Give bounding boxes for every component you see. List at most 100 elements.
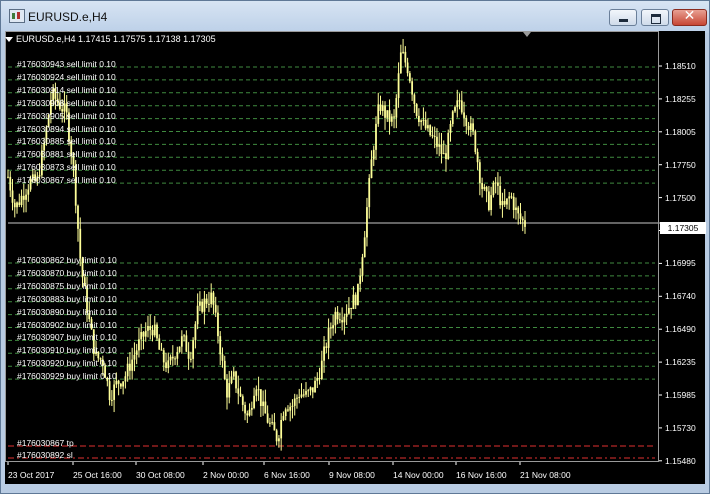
candle-body bbox=[235, 371, 237, 389]
candle-body bbox=[153, 324, 156, 336]
time-tick-label: 25 Oct 16:00 bbox=[73, 470, 122, 480]
sell-limit-order-label[interactable]: #176030908 sell limit 0.10 bbox=[17, 98, 116, 108]
sell-limit-order-label[interactable]: #176030881 sell limit 0.10 bbox=[17, 149, 116, 159]
price-tick-label: 1.15730 bbox=[665, 422, 696, 433]
candle-body bbox=[160, 349, 163, 351]
candle-body bbox=[149, 326, 152, 330]
candle-body bbox=[456, 100, 459, 108]
sell-limit-order-label[interactable]: #176030914 sell limit 0.10 bbox=[17, 85, 116, 95]
candle-body bbox=[350, 307, 353, 310]
candle-body bbox=[13, 202, 16, 208]
candle-body bbox=[449, 123, 452, 134]
price-tick-label: 1.17750 bbox=[665, 159, 696, 170]
candle-body bbox=[79, 228, 82, 259]
candle-body bbox=[110, 399, 113, 401]
buy-limit-order-label[interactable]: #176030910 buy limit 0.10 bbox=[17, 345, 117, 355]
candle-body bbox=[503, 201, 506, 205]
sell-limit-order-label[interactable]: #176030894 sell limit 0.10 bbox=[17, 124, 116, 134]
candle-body bbox=[167, 360, 170, 369]
candle-body bbox=[162, 350, 165, 363]
candle-body bbox=[390, 116, 393, 122]
buy-limit-order-label[interactable]: #176030907 buy limit 0.10 bbox=[17, 332, 117, 342]
candle-body bbox=[478, 162, 481, 183]
candle-body bbox=[119, 383, 122, 387]
candle-body bbox=[476, 151, 479, 163]
candle-body bbox=[284, 409, 287, 417]
candle-body bbox=[185, 335, 188, 352]
candle-body bbox=[176, 351, 179, 359]
sell-limit-order-label[interactable]: #176030867 sell limit 0.10 bbox=[17, 175, 116, 185]
candle-body bbox=[131, 359, 134, 371]
candle-body bbox=[147, 326, 149, 331]
sell-limit-order-label[interactable]: #176030905 sell limit 0.10 bbox=[17, 111, 116, 121]
candle-body bbox=[219, 336, 222, 355]
candle-body bbox=[485, 186, 488, 192]
buy-limit-order-label[interactable]: #176030890 buy limit 0.10 bbox=[17, 307, 117, 317]
candle-body bbox=[393, 116, 395, 118]
candle-body bbox=[447, 133, 450, 160]
candle-body bbox=[395, 98, 398, 118]
chart-menu-caret-icon[interactable] bbox=[5, 37, 13, 42]
buy-limit-order-label[interactable]: #176030920 buy limit 0.10 bbox=[17, 358, 117, 368]
candle-body bbox=[133, 354, 136, 360]
candle-body bbox=[108, 381, 111, 401]
candle-body bbox=[228, 383, 231, 398]
candle-body bbox=[282, 416, 285, 421]
candle-body bbox=[246, 413, 249, 416]
candle-body bbox=[492, 182, 495, 196]
candle-body bbox=[406, 62, 409, 74]
candle-body bbox=[9, 176, 12, 191]
candle-body bbox=[266, 413, 269, 423]
sell-limit-order-label[interactable]: #176030943 sell limit 0.10 bbox=[17, 59, 116, 69]
candle-body bbox=[399, 52, 402, 74]
time-tick-label: 23 Oct 2017 bbox=[8, 470, 55, 480]
candle-body bbox=[275, 430, 278, 442]
candle-body bbox=[366, 207, 368, 238]
candle-body bbox=[138, 339, 140, 351]
candle-body bbox=[521, 218, 524, 221]
time-tick-label: 2 Nov 00:00 bbox=[203, 470, 249, 480]
sell-limit-order-label[interactable]: #176030885 sell limit 0.10 bbox=[17, 136, 116, 146]
candle-body bbox=[469, 123, 472, 130]
candle-body bbox=[377, 104, 380, 124]
buy-limit-order-label[interactable]: #176030902 buy limit 0.10 bbox=[17, 320, 117, 330]
candle-body bbox=[314, 380, 316, 393]
sell-limit-order-label[interactable]: #176030924 sell limit 0.10 bbox=[17, 72, 116, 82]
sell-limit-order-label[interactable]: #176030873 sell limit 0.10 bbox=[17, 162, 116, 172]
candle-body bbox=[309, 387, 312, 391]
candle-body bbox=[232, 371, 235, 377]
chart-frame bbox=[5, 31, 659, 462]
candle-body bbox=[129, 363, 131, 371]
candle-body bbox=[348, 307, 350, 314]
candle-body bbox=[494, 182, 497, 184]
candle-body bbox=[481, 182, 484, 189]
candle-body bbox=[214, 304, 217, 313]
candle-body bbox=[512, 196, 515, 210]
candle-body bbox=[465, 117, 468, 126]
candle-body bbox=[115, 380, 118, 385]
price-tick-label: 1.15985 bbox=[665, 390, 696, 400]
candle-body bbox=[483, 186, 486, 189]
candle-body bbox=[205, 298, 208, 304]
buy-limit-order-label[interactable]: #176030870 buy limit 0.10 bbox=[17, 268, 117, 278]
buy-limit-order-label[interactable]: #176030883 buy limit 0.10 bbox=[17, 294, 117, 304]
candle-body bbox=[248, 409, 251, 416]
price-tick-label: 1.16740 bbox=[665, 291, 696, 302]
candle-body bbox=[241, 396, 244, 405]
symbol-ohlc-header: EURUSD.e,H4 1.17415 1.17575 1.17138 1.17… bbox=[16, 34, 216, 44]
candle-body bbox=[142, 332, 145, 337]
candle-body bbox=[305, 391, 307, 395]
candle-body bbox=[221, 354, 224, 361]
buy-limit-order-label[interactable]: #176030875 buy limit 0.10 bbox=[17, 281, 117, 291]
candle-body bbox=[508, 196, 511, 199]
buy-limit-order-label[interactable]: #176030862 buy limit 0.10 bbox=[17, 255, 117, 265]
stop-loss-label[interactable]: #176030892 sl bbox=[17, 450, 73, 460]
chart-shift-icon[interactable] bbox=[523, 32, 531, 37]
candle-body bbox=[189, 358, 192, 360]
candle-body bbox=[18, 202, 21, 205]
candle-body bbox=[417, 115, 420, 123]
candle-body bbox=[352, 294, 355, 310]
take-profit-label[interactable]: #176030867 tp bbox=[17, 438, 74, 448]
candle-body bbox=[169, 356, 172, 361]
buy-limit-order-label[interactable]: #176030929 buy limit 0.10 bbox=[17, 371, 117, 381]
